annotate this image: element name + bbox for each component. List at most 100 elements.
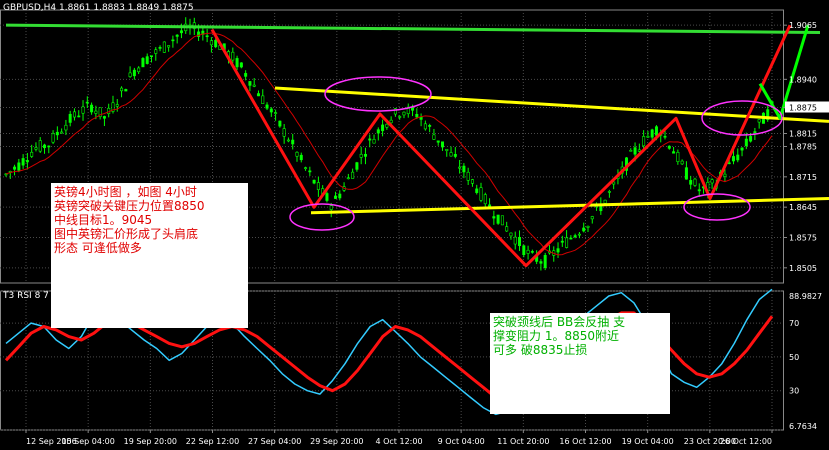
candle-body bbox=[124, 89, 128, 92]
candle-body bbox=[162, 41, 166, 53]
price-tick-label: 1.8645 bbox=[789, 203, 817, 212]
price-tick-label: 1.8505 bbox=[789, 264, 817, 273]
candle-body bbox=[278, 120, 282, 127]
candle-body bbox=[115, 104, 119, 107]
candle-body bbox=[265, 104, 269, 109]
candle-body bbox=[646, 135, 650, 138]
annotation-left-line: 英镑4小时图 ，如图 4小时 bbox=[54, 185, 197, 199]
candle-body bbox=[654, 126, 658, 136]
candle-body bbox=[282, 128, 286, 137]
candle-body bbox=[436, 140, 440, 143]
candle-body bbox=[509, 232, 513, 237]
candle-body bbox=[25, 160, 29, 163]
candle-body bbox=[239, 62, 243, 68]
candle-body bbox=[458, 166, 462, 169]
candle-body bbox=[291, 139, 295, 145]
candle-body bbox=[543, 255, 547, 268]
candle-body bbox=[642, 136, 646, 147]
candle-body bbox=[158, 47, 162, 49]
candle-body bbox=[428, 125, 432, 127]
candle-body bbox=[697, 189, 701, 192]
candle-body bbox=[316, 182, 320, 190]
candle-body bbox=[381, 124, 385, 132]
rsi-tick-label: 70 bbox=[789, 319, 799, 328]
candle-body bbox=[132, 69, 136, 77]
candle-body bbox=[141, 58, 145, 68]
candle-body bbox=[90, 104, 94, 113]
candle-body bbox=[94, 110, 98, 114]
candle-body bbox=[492, 216, 496, 219]
candle-body bbox=[445, 148, 449, 151]
annotation-right-line: 突破颈线后 BB会反抽 支 bbox=[493, 315, 626, 329]
candle-body bbox=[51, 133, 55, 143]
candle-body bbox=[470, 179, 474, 184]
annotation-right-line: 撑变阻力 1。8850附近 bbox=[493, 329, 619, 343]
candle-body bbox=[235, 58, 239, 68]
candle-body bbox=[569, 237, 573, 240]
candle-body bbox=[308, 170, 312, 173]
head-shoulders-zigzag bbox=[210, 24, 792, 268]
candle-body bbox=[590, 216, 594, 220]
candle-body bbox=[577, 233, 581, 236]
pattern-ellipse bbox=[289, 203, 355, 231]
price-tick-label: 1.9065 bbox=[789, 21, 817, 30]
candle-body bbox=[402, 111, 406, 116]
time-tick-label: 26 Oct 12:00 bbox=[720, 437, 772, 446]
candle-body bbox=[145, 56, 149, 64]
candle-body bbox=[209, 40, 213, 46]
candle-body bbox=[693, 178, 697, 186]
candle-body bbox=[522, 245, 526, 255]
time-tick-label: 19 Oct 04:00 bbox=[622, 437, 674, 446]
candle-body bbox=[68, 113, 72, 123]
candle-body bbox=[663, 135, 667, 138]
time-tick-label: 16 Oct 12:00 bbox=[559, 437, 611, 446]
candle-body bbox=[17, 162, 21, 171]
candle-body bbox=[261, 95, 265, 104]
candle-body bbox=[231, 51, 235, 61]
candle-body bbox=[518, 237, 522, 247]
candle-body bbox=[47, 145, 51, 148]
candle-body bbox=[312, 179, 316, 184]
candle-body bbox=[415, 113, 419, 118]
time-tick-label: 11 Oct 20:00 bbox=[497, 437, 549, 446]
candle-body bbox=[672, 151, 676, 154]
time-tick-label: 9 Oct 04:00 bbox=[438, 437, 485, 446]
candle-body bbox=[252, 84, 256, 87]
annotation-left-line: 英镑突破关键压力位置8850 bbox=[54, 199, 205, 213]
candle-body bbox=[137, 67, 141, 73]
resistance-line bbox=[5, 23, 821, 35]
candle-body bbox=[376, 129, 380, 134]
candle-body bbox=[171, 39, 175, 42]
candle-body bbox=[55, 131, 59, 136]
candle-body bbox=[749, 136, 753, 142]
candle-body bbox=[731, 156, 735, 162]
candle-body bbox=[496, 214, 500, 224]
candle-body bbox=[325, 193, 329, 201]
candle-body bbox=[432, 134, 436, 140]
candle-body bbox=[440, 141, 444, 148]
candle-body bbox=[637, 149, 641, 152]
time-tick-label: 27 Sep 04:00 bbox=[248, 437, 301, 446]
candle-body bbox=[329, 205, 333, 210]
candle-body bbox=[154, 49, 158, 54]
candle-body bbox=[64, 124, 68, 131]
candle-body bbox=[419, 116, 423, 120]
rsi-tick-label: 6.7634 bbox=[789, 422, 817, 431]
candle-body bbox=[530, 251, 534, 253]
candle-body bbox=[102, 116, 106, 119]
candle-body bbox=[684, 167, 688, 180]
candle-body bbox=[355, 162, 359, 170]
candle-body bbox=[304, 167, 308, 169]
candle-body bbox=[334, 195, 338, 199]
candle-body bbox=[565, 237, 569, 248]
rsi-tick-label: 88.9827 bbox=[789, 292, 822, 301]
candle-body bbox=[167, 45, 171, 48]
candle-body bbox=[128, 72, 132, 78]
candle-body bbox=[286, 139, 290, 142]
time-tick-label: 4 Oct 12:00 bbox=[375, 437, 422, 446]
candle-body bbox=[363, 153, 367, 157]
candle-body bbox=[689, 180, 693, 185]
rsi-tick-label: 50 bbox=[789, 353, 799, 362]
time-tick-label: 29 Sep 20:00 bbox=[310, 437, 363, 446]
candle-body bbox=[505, 226, 509, 232]
